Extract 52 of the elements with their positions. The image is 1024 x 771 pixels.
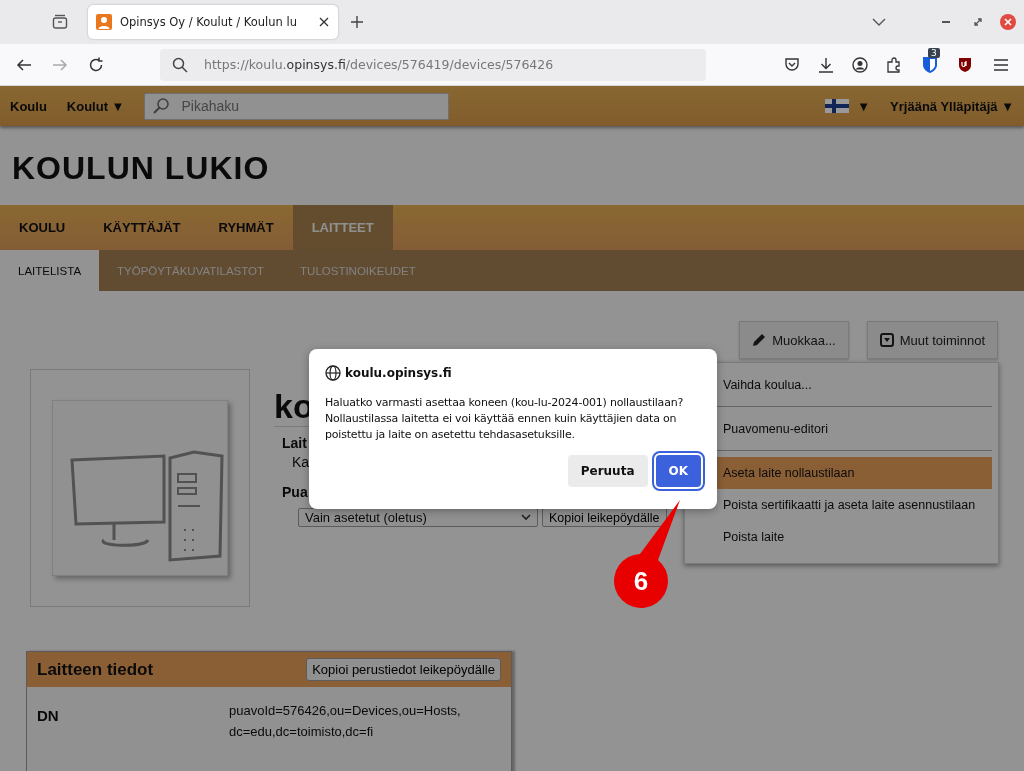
dialog-message: Haluatko varmasti asettaa koneen (kou-lu-2024-001) nollaustilaan? Nollaustilassa laitetta ei voi käyttää ennen kuin käyttäjien data on poistettu ja laite on asetettu tehdasasetuksille. [325, 395, 685, 443]
dialog-origin: koulu.opinsys.fi [345, 366, 452, 380]
reload-icon[interactable] [88, 56, 104, 73]
new-tab-icon[interactable] [350, 15, 364, 29]
browser-tab[interactable]: Opinsys Oy / Koulut / Koulun lu [88, 5, 338, 39]
flag-icon[interactable] [825, 99, 850, 113]
extension-badge: 3 [928, 47, 940, 58]
row-value: puavoId=576426,ou=Devices,ou=Hosts, dc=edu,dc=toimisto,dc=fi [229, 702, 462, 741]
user-menu[interactable]: Yrjäänä Ylläpitäjä ▼ [890, 98, 1014, 114]
dropdown-icon [879, 333, 894, 347]
url-text: https://koulu.opinsys.fi/devices/576419/devices/576426 [204, 57, 554, 72]
restore-icon[interactable] [974, 18, 982, 26]
close-icon[interactable] [318, 16, 330, 28]
main-tab[interactable]: RYHMÄT [199, 205, 293, 250]
dialog-button[interactable]: Peruuta [567, 454, 648, 487]
search-icon [172, 56, 188, 73]
sub-tab[interactable]: LAITELISTA [0, 250, 100, 291]
main-tab[interactable]: KOULU [0, 205, 85, 250]
field-value: Ka [292, 454, 310, 470]
row-label: DN [37, 706, 60, 726]
card-title: Laitteen tiedot [37, 659, 154, 680]
field-label: Pua [282, 484, 308, 500]
search-field[interactable]: Pikahaku [144, 92, 450, 120]
puzzle-icon[interactable] [886, 56, 902, 73]
main-tab[interactable]: KÄYTTÄJÄT [84, 205, 200, 250]
download-icon[interactable] [818, 56, 834, 73]
nav-link[interactable]: Koulu [10, 98, 47, 114]
more-actions-button[interactable]: Muut toiminnot [866, 321, 998, 359]
shield-icon[interactable] [922, 55, 938, 74]
site-icon [96, 14, 112, 30]
chevron-down-icon [521, 514, 531, 521]
close-window-icon[interactable] [1000, 14, 1016, 30]
shield-icon[interactable] [958, 56, 972, 73]
edit-button[interactable]: Muokkaa... [739, 321, 849, 359]
globe-icon [325, 365, 341, 381]
account-icon[interactable] [852, 56, 868, 73]
language-caret[interactable]: ▼ [857, 98, 871, 114]
tab-title: Opinsys Oy / Koulut / Koulun lu [120, 15, 298, 29]
pencil-icon [752, 333, 767, 347]
address-bar[interactable]: https://koulu.opinsys.fi/devices/576419/devices/576426 [160, 48, 706, 81]
tab-list-icon[interactable] [52, 14, 68, 30]
back-icon[interactable] [16, 56, 32, 73]
menu-icon[interactable] [994, 58, 1008, 71]
menu-item[interactable]: Poista laite [691, 521, 992, 553]
pocket-icon[interactable] [784, 56, 800, 73]
field-label: Lait [282, 435, 307, 451]
search-icon [152, 96, 171, 115]
nav-link[interactable]: Koulut ▼ [66, 98, 125, 114]
school-title: KOULUN LUKIO [11, 149, 271, 188]
chevron-down-icon[interactable] [872, 17, 886, 27]
copy-button[interactable]: Kopioi perustiedot leikepöydälle [306, 658, 501, 681]
select-field[interactable]: Vain asetetut (oletus) [298, 508, 538, 527]
